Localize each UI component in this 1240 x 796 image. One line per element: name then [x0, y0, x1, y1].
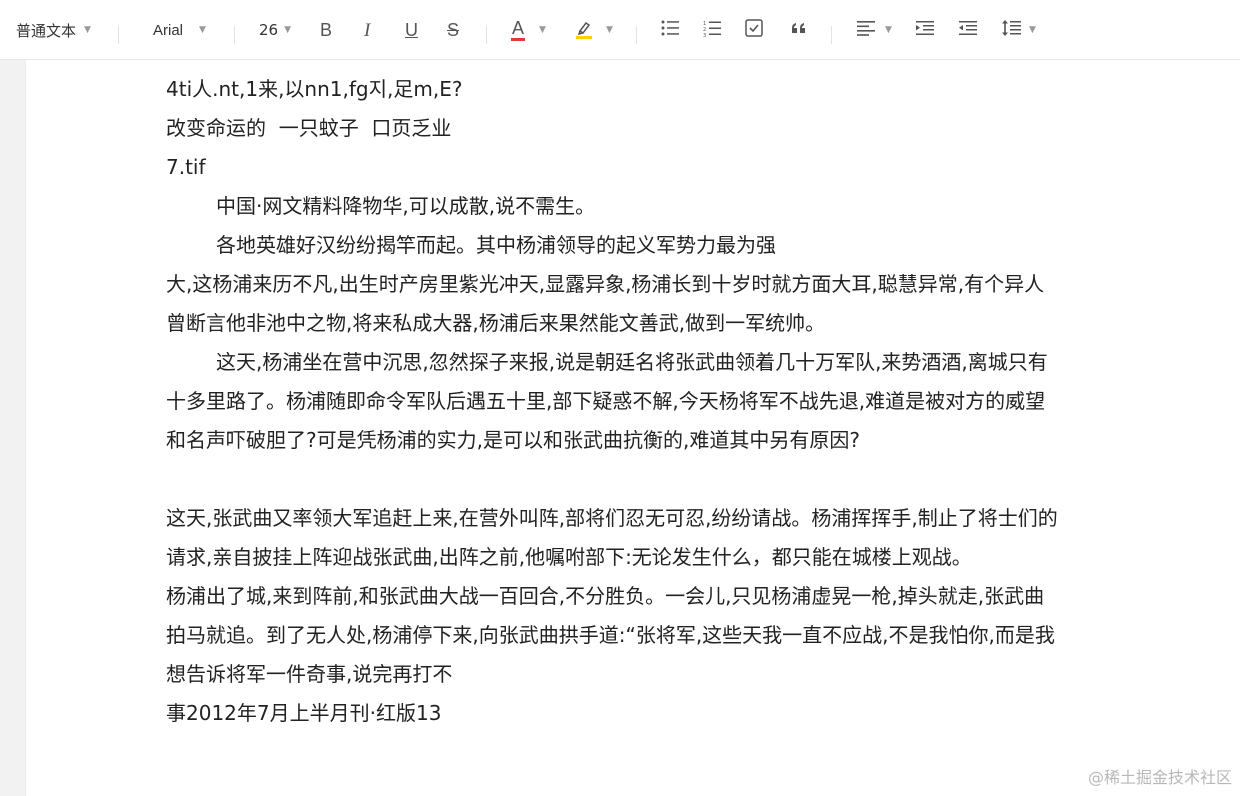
chevron-down-icon: ▼ — [539, 25, 546, 35]
bold-button[interactable]: B — [320, 0, 332, 60]
paragraph-style-label: 普通文本 — [16, 21, 77, 40]
document-line[interactable]: 这天,张武曲又率领大军追赶上来,在营外叫阵,部将们忍无可忍,纷纷请战。杨浦挥挥手… — [166, 499, 1166, 538]
strikethrough-icon: S — [447, 20, 460, 40]
line-height-icon — [1001, 19, 1021, 41]
underline-button[interactable]: U — [405, 0, 418, 60]
outdent-icon — [959, 20, 977, 40]
chevron-down-icon: ▼ — [1029, 25, 1036, 35]
chevron-down-icon: ▼ — [885, 25, 892, 35]
outdent-button[interactable] — [959, 0, 977, 60]
document-line[interactable]: 改变命运的 一只蚊子 口页乏业 — [166, 109, 1166, 148]
bulleted-list-button[interactable] — [661, 0, 679, 60]
checkbox-icon — [745, 19, 763, 41]
chevron-down-icon: ▼ — [284, 25, 292, 35]
toolbar-divider — [234, 26, 235, 44]
checklist-button[interactable] — [745, 0, 763, 60]
toolbar-divider — [486, 26, 487, 44]
indent-button[interactable] — [916, 0, 934, 60]
toolbar-divider — [636, 26, 637, 44]
svg-text:3: 3 — [703, 33, 706, 37]
document-line[interactable]: 大,这杨浦来历不凡,出生时产房里紫光冲天,显露异象,杨浦长到十岁时就方面大耳,聪… — [166, 265, 1166, 304]
numbered-list-icon: 1 2 3 — [703, 20, 721, 41]
numbered-list-button[interactable]: 1 2 3 — [703, 0, 721, 60]
font-size-select[interactable]: 26 ▼ — [259, 0, 291, 60]
document-line[interactable]: 4ti人.nt,1来,以nn1,fg지,足m,E? — [166, 70, 1166, 109]
document-line[interactable]: 请求,亲自披挂上阵迎战张武曲,出阵之前,他嘱咐部下:无论发生什么，都只能在城楼上… — [166, 538, 1166, 577]
document-body[interactable]: 4ti人.nt,1来,以nn1,fg지,足m,E? 改变命运的 一只蚊子 口页乏… — [166, 70, 1166, 733]
document-line[interactable]: 中国·网文精料降物华,可以成散,说不需生。 — [166, 187, 1166, 226]
font-color-button[interactable]: A ▼ — [511, 0, 546, 60]
left-margin — [0, 60, 25, 796]
font-family-select[interactable]: Arial ▼ — [153, 0, 206, 60]
highlight-color-button[interactable]: ▼ — [576, 0, 613, 60]
left-margin-border — [25, 60, 26, 796]
font-family-label: Arial — [153, 21, 184, 39]
font-color-icon: A — [511, 19, 526, 41]
document-line[interactable]: 这天,杨浦坐在营中沉思,忽然探子来报,说是朝廷名将张武曲领着几十万军队,来势酒酒… — [166, 343, 1166, 382]
italic-button[interactable]: I — [364, 0, 370, 60]
document-line[interactable]: 7.tif — [166, 148, 1166, 187]
chevron-down-icon: ▼ — [84, 25, 91, 35]
align-button[interactable]: ▼ — [857, 0, 892, 60]
blockquote-button[interactable] — [791, 0, 807, 60]
document-blank-line[interactable] — [166, 460, 1166, 499]
document-line[interactable]: 各地英雄好汉纷纷揭竿而起。其中杨浦领导的起义军势力最为强 — [166, 226, 1166, 265]
indent-icon — [916, 20, 934, 40]
toolbar-divider — [831, 26, 832, 44]
chevron-down-icon: ▼ — [606, 25, 613, 35]
document-line[interactable]: 想告诉将军一件奇事,说完再打不 — [166, 655, 1166, 694]
underline-icon: U — [405, 20, 418, 40]
paragraph-style-select[interactable]: 普通文本 ▼ — [16, 0, 91, 60]
bold-icon: B — [320, 20, 333, 40]
font-size-label: 26 — [259, 21, 279, 39]
italic-icon: I — [364, 19, 371, 41]
toolbar-divider — [118, 26, 119, 44]
document-line[interactable]: 十多里路了。杨浦随即命令军队后遇五十里,部下疑惑不解,今天杨将军不战先退,难道是… — [166, 382, 1166, 421]
quote-icon — [791, 21, 807, 39]
strikethrough-button[interactable]: S — [447, 0, 459, 60]
document-line[interactable]: 曾断言他非池中之物,将来私成大器,杨浦后来果然能文善武,做到一军统帅。 — [166, 304, 1166, 343]
chevron-down-icon: ▼ — [199, 25, 206, 35]
line-height-button[interactable]: ▼ — [1001, 0, 1036, 60]
document-line[interactable]: 事2012年7月上半月刊·红版13 — [166, 694, 1166, 733]
highlighter-icon — [576, 20, 592, 40]
document-line[interactable]: 和名声吓破胆了?可是凭杨浦的实力,是可以和张武曲抗衡的,难道其中另有原因? — [166, 421, 1166, 460]
align-left-icon — [857, 20, 875, 40]
watermark: @稀土掘金技术社区 — [1087, 768, 1232, 787]
document-line[interactable]: 杨浦出了城,来到阵前,和张武曲大战一百回合,不分胜负。一会儿,只见杨浦虚晃一枪,… — [166, 577, 1166, 616]
document-line[interactable]: 拍马就追。到了无人处,杨浦停下来,向张武曲拱手道:“张将军,这些天我一直不应战,… — [166, 616, 1166, 655]
bulleted-list-icon — [661, 20, 679, 40]
editor-toolbar: 普通文本 ▼ Arial ▼ 26 ▼ B I U S A ▼ ▼ 1 2 3 … — [0, 0, 1240, 60]
